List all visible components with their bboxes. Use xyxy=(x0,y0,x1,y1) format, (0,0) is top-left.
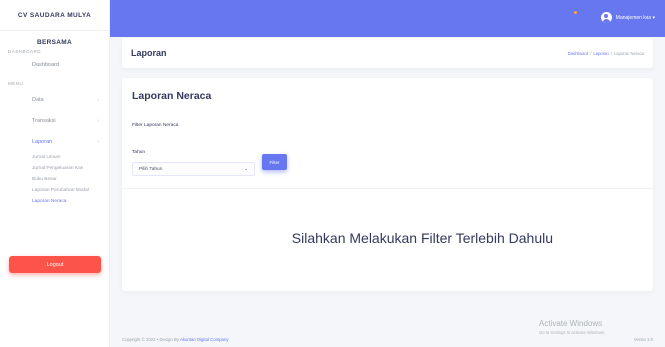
chevron-down-icon: › xyxy=(97,138,99,145)
sidebar-subitem-buku-besar[interactable]: Buku Besar xyxy=(0,174,109,185)
sidebar: CV SAUDARA MULYA BERSAMA DASHBOARD Dashb… xyxy=(0,0,110,347)
topbar: Manajemen kas ▾ xyxy=(110,0,665,37)
card-title: Laporan Neraca xyxy=(132,90,212,102)
sidebar-item-label: Transaksi xyxy=(32,117,56,124)
sidebar-subitem-jurnal-pengeluaran-kas[interactable]: Jurnal Pengeluaran Kas xyxy=(0,163,109,174)
breadcrumb: Dashboard / Laporan / Laporan Neraca xyxy=(568,51,644,56)
sidebar-item-label: Dashboard xyxy=(32,61,59,68)
sidebar-item-dashboard[interactable]: Dashboard xyxy=(0,54,109,75)
user-menu-label: Manajemen kas ▾ xyxy=(615,14,655,21)
page-title: Laporan xyxy=(131,48,167,58)
footer-dot: • xyxy=(156,337,159,342)
footer-design-by: Design By xyxy=(159,337,180,342)
sidebar-brand[interactable]: CV SAUDARA MULYA xyxy=(0,0,109,30)
sidebar-subitem-laporan-neraca[interactable]: Laporan Neraca xyxy=(0,196,109,207)
sidebar-item-laporan[interactable]: Laporan › xyxy=(0,131,109,152)
tahun-select[interactable]: Pilih Tahun ⌄ xyxy=(132,162,255,176)
breadcrumb-separator: / xyxy=(590,50,592,56)
user-menu[interactable]: Manajemen kas ▾ xyxy=(600,12,655,23)
sidebar-item-label: Laporan xyxy=(32,138,53,145)
brand-divider xyxy=(0,30,110,31)
empty-state-message: Silahkan Melakukan Filter Terlebih Dahul… xyxy=(291,230,553,246)
sidebar-item-label: Data xyxy=(32,96,44,103)
filter-button[interactable]: Filter xyxy=(262,154,287,170)
sidebar-subitem-laporan-perubahan-modal[interactable]: Laporan Perubahan Modal xyxy=(0,185,109,196)
section-header: Laporan Dashboard / Laporan / Laporan Ne… xyxy=(122,38,653,68)
laporan-neraca-card: Laporan Neraca Filter Laporan Neraca Tah… xyxy=(122,78,653,291)
footer-copyright: Copyright © 2022 xyxy=(122,337,156,342)
notification-dot xyxy=(574,11,577,14)
chevron-right-icon: › xyxy=(97,96,99,103)
breadcrumb-dashboard[interactable]: Dashboard xyxy=(568,51,589,56)
tahun-label: Tahun xyxy=(132,150,146,155)
tahun-select-value: Pilih Tahun xyxy=(139,166,163,172)
avatar-icon xyxy=(600,12,612,23)
logout-button[interactable]: Logout xyxy=(9,256,101,273)
watermark-subtitle: Go to Settings to activate Windows. xyxy=(539,330,606,335)
sidebar-item-data[interactable]: Data › xyxy=(0,89,109,110)
breadcrumb-current: Laporan Neraca xyxy=(613,50,644,56)
breadcrumb-separator: / xyxy=(610,50,612,56)
footer-company-link[interactable]: Akuntan Digital Company xyxy=(180,337,229,342)
sidebar-brand-sub: BERSAMA xyxy=(37,39,72,46)
chevron-right-icon: › xyxy=(97,117,99,124)
watermark-title: Activate Windows xyxy=(539,319,603,328)
breadcrumb-laporan[interactable]: Laporan xyxy=(593,51,608,56)
card-divider xyxy=(122,188,653,189)
menu-header-menu: MENU xyxy=(8,81,24,86)
footer: Copyright © 2022 • Design By Akuntan Dig… xyxy=(122,337,229,342)
windows-activation-watermark: Activate Windows Go to Settings to activ… xyxy=(539,319,605,335)
sidebar-item-transaksi[interactable]: Transaksi › xyxy=(0,110,109,131)
chevron-down-icon: ⌄ xyxy=(244,166,248,171)
footer-version: Versio 1.0 xyxy=(633,337,653,342)
sidebar-subitem-jurnal-umum[interactable]: Jurnal Umum xyxy=(0,152,109,163)
filter-label: Filter Laporan Neraca xyxy=(132,123,179,128)
